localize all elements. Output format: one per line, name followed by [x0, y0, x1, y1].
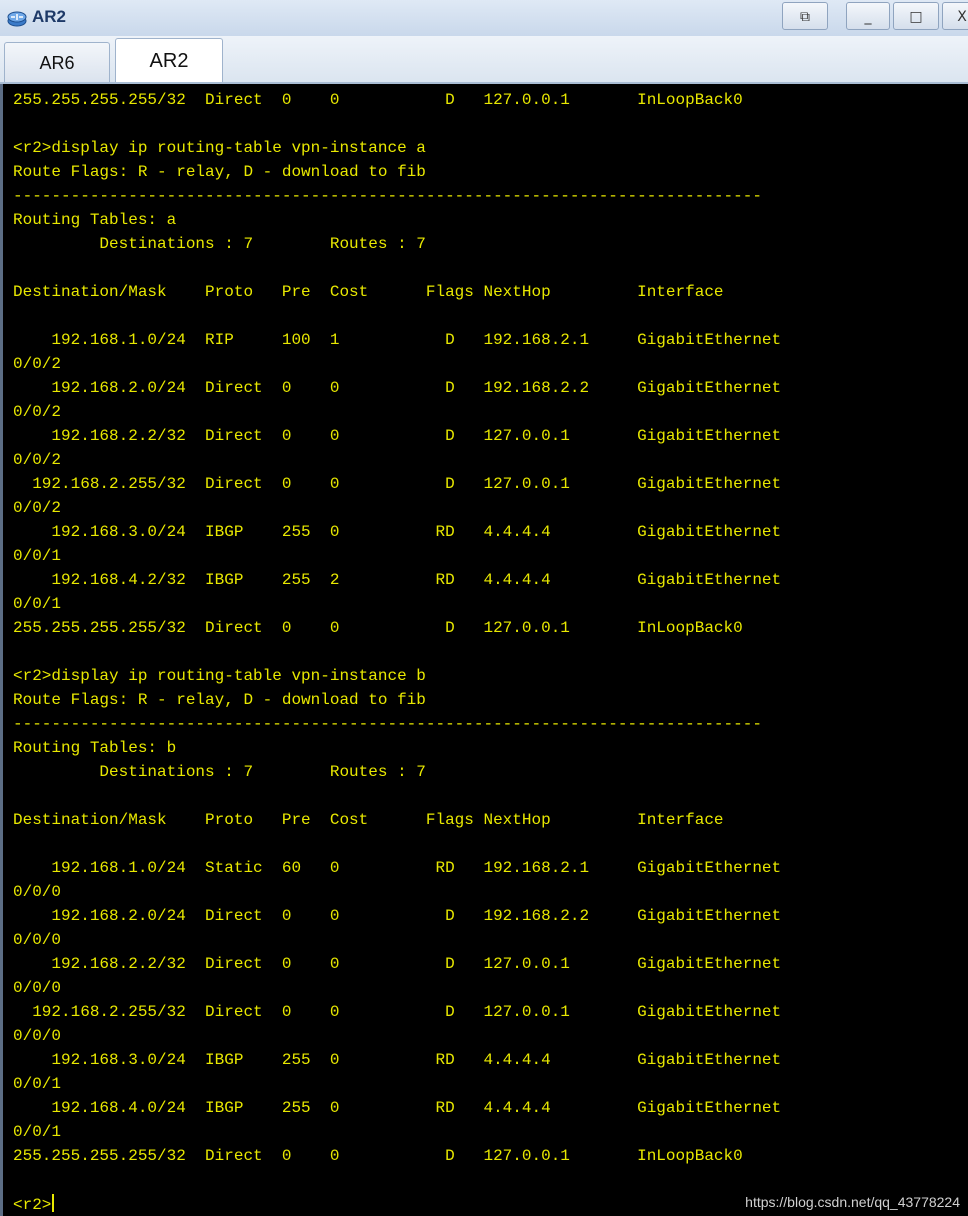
console-line: 0/0/0: [13, 1027, 62, 1045]
console-line: 192.168.2.2/32 Direct 0 0 D 127.0.0.1 Gi…: [13, 955, 782, 973]
title-bar[interactable]: AR2 ⧉ _ □ X: [0, 0, 968, 37]
tab-ar2[interactable]: AR2: [115, 38, 223, 82]
console-line: 192.168.1.0/24 RIP 100 1 D 192.168.2.1 G…: [13, 331, 782, 349]
console-line: <r2>display ip routing-table vpn-instanc…: [13, 139, 426, 157]
console-line: 192.168.2.0/24 Direct 0 0 D 192.168.2.2 …: [13, 379, 782, 397]
console-line: 192.168.2.2/32 Direct 0 0 D 127.0.0.1 Gi…: [13, 427, 782, 445]
restore-button[interactable]: ⧉: [782, 2, 828, 30]
console-line: 192.168.4.2/32 IBGP 255 2 RD 4.4.4.4 Gig…: [13, 571, 782, 589]
console-line: 0/0/1: [13, 1123, 62, 1141]
console-line: 0/0/0: [13, 883, 62, 901]
console-line: <r2>display ip routing-table vpn-instanc…: [13, 667, 426, 685]
minimize-button[interactable]: _: [846, 2, 890, 30]
console-line: 255.255.255.255/32 Direct 0 0 D 127.0.0.…: [13, 1147, 743, 1165]
console-line: 0/0/1: [13, 595, 62, 613]
tab-ar6[interactable]: AR6: [4, 42, 110, 82]
console-output[interactable]: https://blog.csdn.net/qq_43778224 255.25…: [0, 84, 968, 1216]
console-line: ----------------------------------------…: [13, 715, 762, 733]
console-line: 192.168.1.0/24 Static 60 0 RD 192.168.2.…: [13, 859, 782, 877]
console-line: 192.168.2.255/32 Direct 0 0 D 127.0.0.1 …: [13, 1003, 782, 1021]
console-line: 192.168.2.255/32 Direct 0 0 D 127.0.0.1 …: [13, 475, 782, 493]
console-line: Destination/Mask Proto Pre Cost Flags Ne…: [13, 811, 724, 829]
console-line: 192.168.4.0/24 IBGP 255 0 RD 4.4.4.4 Gig…: [13, 1099, 782, 1117]
console-line: 0/0/0: [13, 979, 62, 997]
console-line: 0/0/2: [13, 499, 62, 517]
console-line: 255.255.255.255/32 Direct 0 0 D 127.0.0.…: [13, 619, 743, 637]
console-line: 0/0/1: [13, 547, 62, 565]
console-line: 0/0/1: [13, 1075, 62, 1093]
console-line: 0/0/0: [13, 931, 62, 949]
console-line: 0/0/2: [13, 403, 62, 421]
console-line: Route Flags: R - relay, D - download to …: [13, 163, 426, 181]
router-app-icon: [7, 11, 27, 27]
console-line: Destinations : 7 Routes : 7: [13, 235, 426, 253]
console-line: 192.168.2.0/24 Direct 0 0 D 192.168.2.2 …: [13, 907, 782, 925]
console-line: Destinations : 7 Routes : 7: [13, 763, 426, 781]
terminal-window: AR2 ⧉ _ □ X AR6 AR2 https://blog.csdn.ne…: [0, 0, 968, 1216]
console-line: 0/0/2: [13, 355, 62, 373]
tab-bar: AR6 AR2: [0, 36, 968, 84]
console-line: Routing Tables: b: [13, 739, 177, 757]
console-line: ----------------------------------------…: [13, 187, 762, 205]
console-line: 255.255.255.255/32 Direct 0 0 D 127.0.0.…: [13, 91, 743, 109]
watermark: https://blog.csdn.net/qq_43778224: [745, 1194, 960, 1210]
console-line: Destination/Mask Proto Pre Cost Flags Ne…: [13, 283, 724, 301]
console-line: Route Flags: R - relay, D - download to …: [13, 691, 426, 709]
console-line: 0/0/2: [13, 451, 62, 469]
console-line: <r2>: [13, 1194, 55, 1215]
text-cursor: [52, 1194, 55, 1212]
window-title: AR2: [32, 7, 67, 26]
console-line: 192.168.3.0/24 IBGP 255 0 RD 4.4.4.4 Gig…: [13, 523, 782, 541]
maximize-button[interactable]: □: [893, 2, 939, 30]
console-line: Routing Tables: a: [13, 211, 177, 229]
console-line: 192.168.3.0/24 IBGP 255 0 RD 4.4.4.4 Gig…: [13, 1051, 782, 1069]
close-button[interactable]: X: [942, 2, 968, 30]
